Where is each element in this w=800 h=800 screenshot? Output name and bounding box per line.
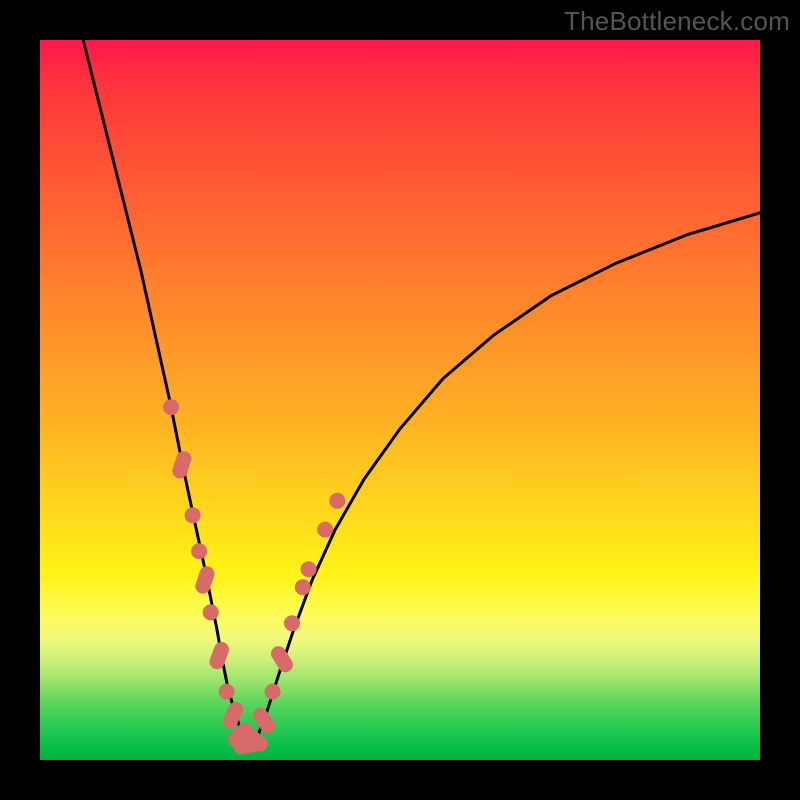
series-left-branch xyxy=(83,40,250,749)
curve-svg xyxy=(40,40,760,760)
highlight-dot xyxy=(163,399,179,415)
highlight-dot xyxy=(265,684,281,700)
highlight-dots xyxy=(163,399,345,755)
highlight-dot xyxy=(185,507,201,523)
highlight-dot xyxy=(329,493,345,509)
highlight-dot xyxy=(301,561,317,577)
highlight-dot xyxy=(295,579,311,595)
highlight-dot xyxy=(284,615,300,631)
curve-lines xyxy=(83,40,760,749)
plot-area xyxy=(40,40,760,760)
highlight-pill xyxy=(193,564,216,595)
chart-frame: TheBottleneck.com xyxy=(0,0,800,800)
highlight-dot xyxy=(191,543,207,559)
series-right-branch xyxy=(250,213,760,749)
highlight-pill xyxy=(207,640,231,671)
watermark-text: TheBottleneck.com xyxy=(564,6,790,37)
highlight-dot xyxy=(218,684,234,700)
highlight-pill xyxy=(268,643,296,675)
highlight-dot xyxy=(317,522,333,538)
highlight-pill xyxy=(170,449,193,480)
highlight-dot xyxy=(203,604,219,620)
